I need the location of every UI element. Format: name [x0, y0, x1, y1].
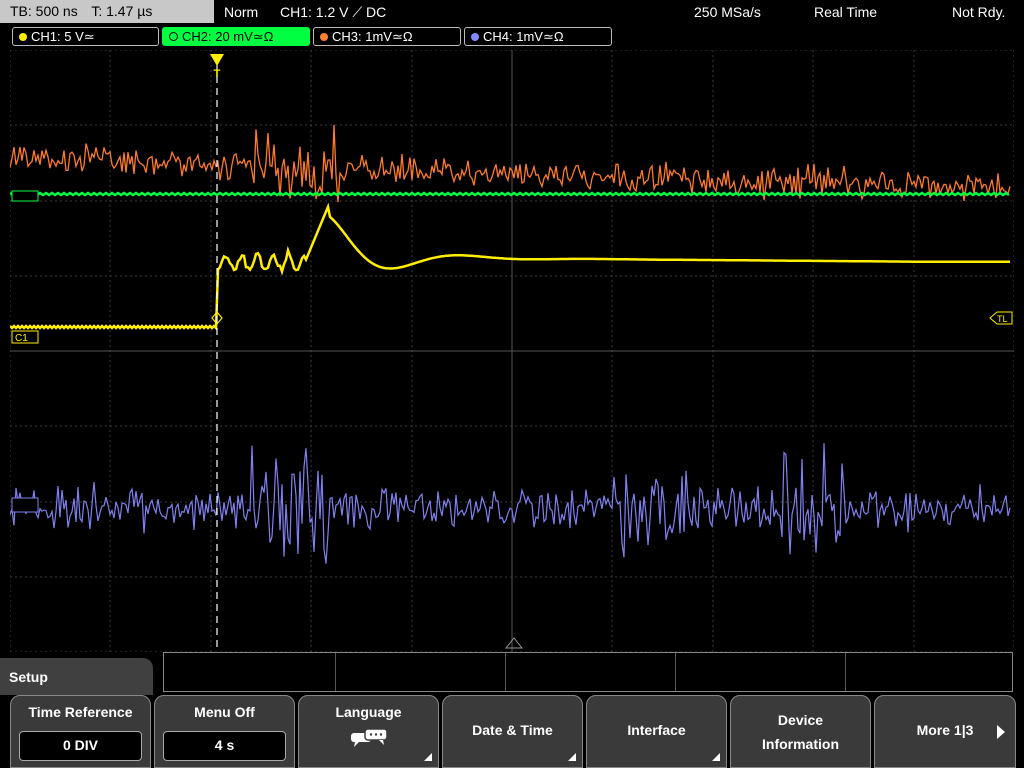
info-panel: [163, 652, 1013, 692]
softkey-label: Menu Off: [194, 704, 255, 720]
sample-rate: 250 MSa/s: [694, 4, 761, 20]
channel-tab-ch1[interactable]: CH1: 5 V≃: [12, 27, 159, 46]
trigger-source[interactable]: CH1: 1.2 V ⟋ DC: [280, 0, 386, 24]
info-divider: [675, 653, 676, 691]
info-divider: [505, 653, 506, 691]
trigger-time-readout: T: 1.47 µs: [91, 3, 153, 19]
channel-bar: CH1: 5 V≃ CH2: 20 mV≃Ω CH3: 1mV≃Ω CH4: 1…: [0, 26, 1024, 48]
channel-tab-ch2[interactable]: CH2: 20 mV≃Ω: [162, 27, 310, 46]
channel-label: CH1: 5 V≃: [31, 29, 95, 44]
trigger-level-label: TL: [997, 314, 1008, 324]
submenu-corner-icon: [424, 753, 432, 761]
menu-title: Setup: [0, 658, 153, 698]
acquisition-mode: Real Time: [814, 4, 878, 20]
time-reference-softkey[interactable]: Time Reference 0 DIV: [10, 695, 151, 768]
softkey-row: Time Reference 0 DIV Menu Off 4 s Langua…: [0, 695, 1024, 768]
submenu-corner-icon: [568, 753, 576, 761]
info-divider: [845, 653, 846, 691]
channel-label: CH2: 20 mV≃Ω: [182, 29, 274, 44]
ch1-marker-label: C1: [15, 333, 28, 344]
acquisition-state: Not Rdy.: [952, 4, 1006, 20]
menu-off-value: 4 s: [163, 731, 286, 761]
trigger-marker-label: T: [214, 68, 221, 80]
device-information-softkey[interactable]: Device Information: [730, 695, 871, 768]
timebase-readout: TB: 500 ns: [10, 3, 78, 19]
ch2-level-marker[interactable]: [11, 190, 39, 202]
info-divider: [335, 653, 336, 691]
more-softkey[interactable]: More 1|3: [874, 695, 1016, 768]
waveform-display[interactable]: T C1 TL: [10, 50, 1014, 652]
softkey-label-line1: Device: [777, 712, 824, 728]
ch4-level-marker[interactable]: [11, 497, 39, 513]
softkey-label: Time Reference: [28, 704, 133, 720]
submenu-corner-icon: [712, 753, 720, 761]
timebase-box[interactable]: TB: 500 ns T: 1.47 µs: [0, 0, 214, 23]
date-time-softkey[interactable]: Date & Time: [442, 695, 583, 768]
softkey-label: More 1|3: [916, 722, 974, 738]
softkey-label: Language: [335, 704, 402, 720]
channel-tab-ch4[interactable]: CH4: 1mV≃Ω: [464, 27, 612, 46]
softkey-label: Date & Time: [472, 722, 553, 738]
ch1-dot-icon: [19, 33, 27, 41]
channel-label: CH4: 1mV≃Ω: [483, 29, 564, 44]
status-bar: TB: 500 ns T: 1.47 µs Norm CH1: 1.2 V ⟋ …: [0, 0, 1024, 24]
speech-bubble-icon: [350, 728, 388, 747]
ch3-dot-icon: [320, 33, 328, 41]
language-softkey[interactable]: Language: [298, 695, 439, 768]
softkey-label: Interface: [627, 722, 686, 738]
menu-off-softkey[interactable]: Menu Off 4 s: [154, 695, 295, 768]
next-page-arrow-icon: [997, 725, 1005, 739]
ch4-dot-icon: [471, 33, 479, 41]
ch1-level-marker[interactable]: C1: [11, 330, 39, 344]
ch2-dot-icon: [169, 32, 178, 41]
softkey-label-line2: Information: [762, 736, 839, 752]
trigger-mode[interactable]: Norm: [224, 0, 258, 24]
channel-tab-ch3[interactable]: CH3: 1mV≃Ω: [313, 27, 461, 46]
time-reference-value: 0 DIV: [19, 731, 142, 761]
channel-label: CH3: 1mV≃Ω: [332, 29, 413, 44]
interface-softkey[interactable]: Interface: [586, 695, 727, 768]
